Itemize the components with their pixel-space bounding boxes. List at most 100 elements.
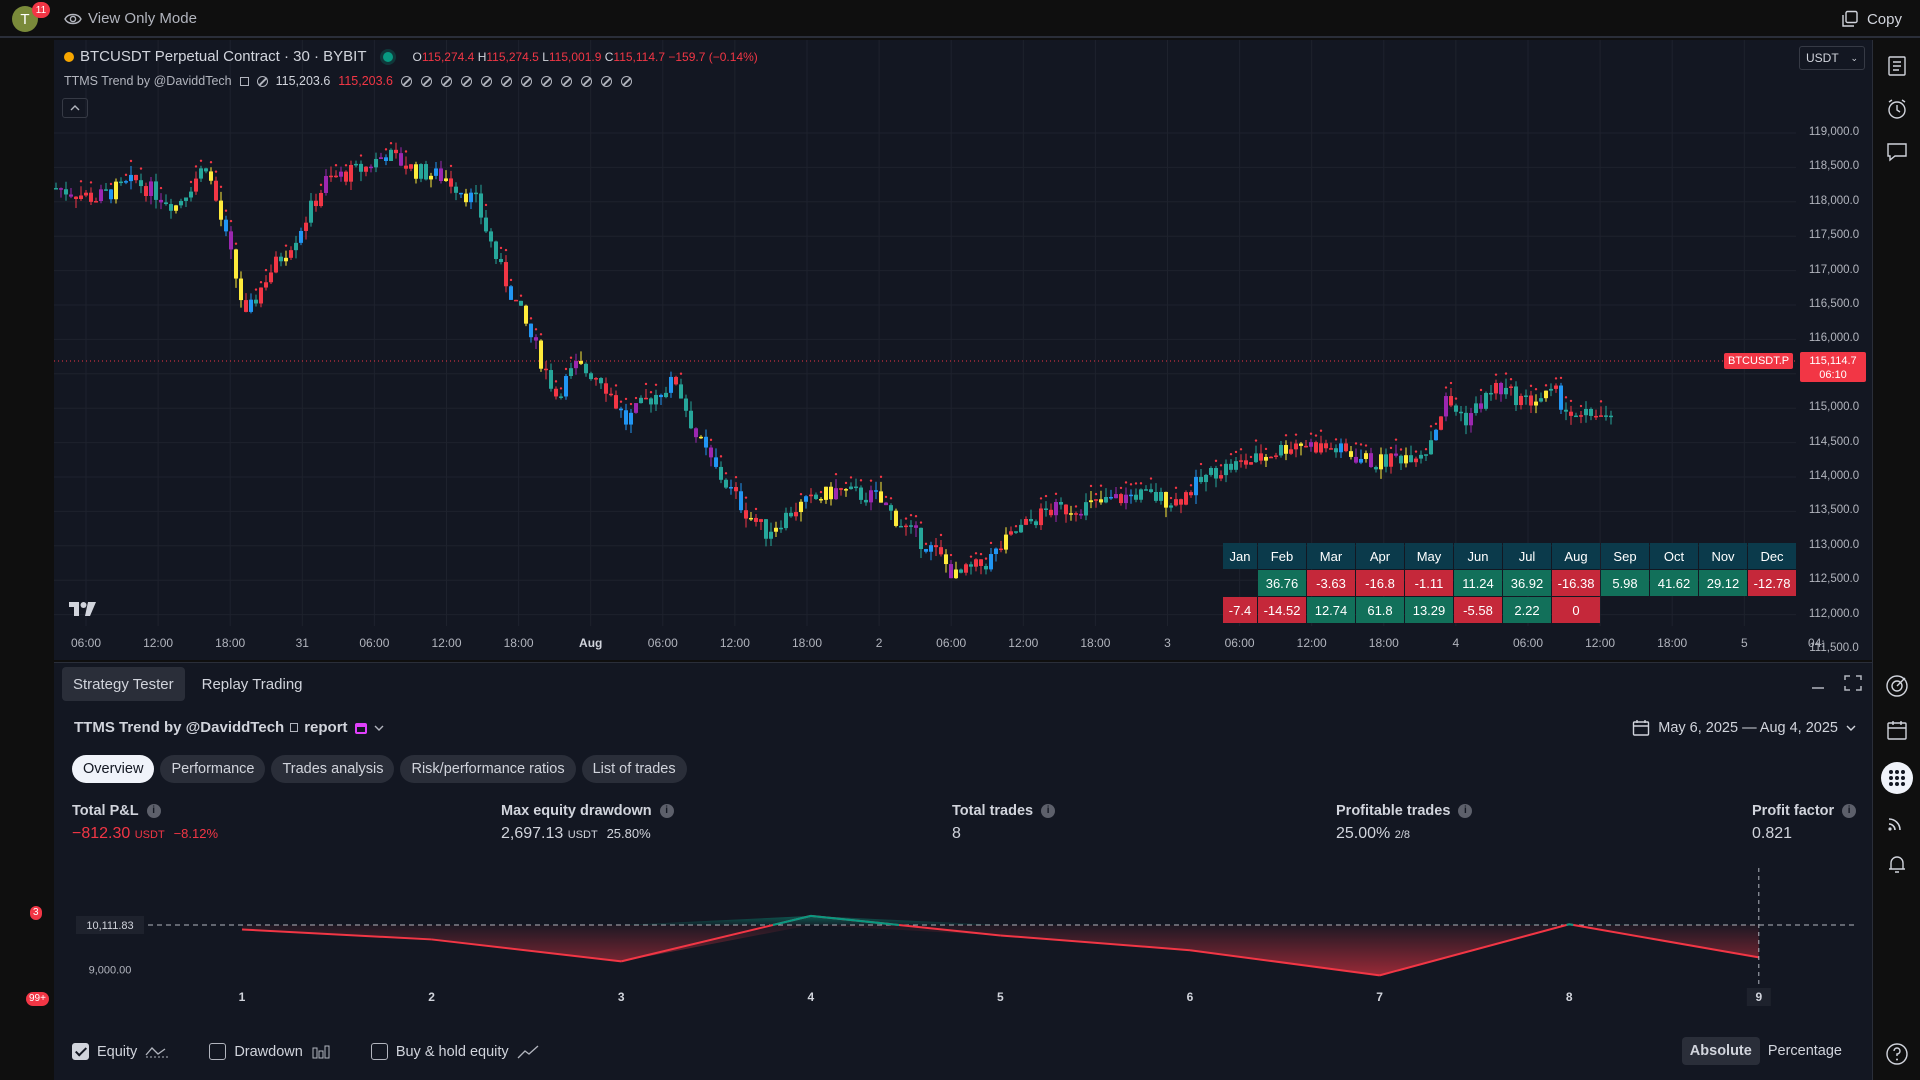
copy-button[interactable]: Copy [1841,10,1902,28]
candlestick-chart[interactable] [54,40,1796,626]
alarm-clock-icon[interactable] [1885,97,1909,121]
minimize-panel-button[interactable] [1810,675,1826,696]
subtab-performance[interactable]: Performance [160,755,266,783]
na-icon [480,75,492,87]
info-icon[interactable]: i [1458,804,1473,818]
view-only-mode[interactable]: View Only Mode [64,10,197,27]
signal-dot [1449,381,1453,385]
signal-dot [1199,462,1203,466]
feed-icon[interactable] [1885,810,1909,834]
metric-label: Profitable trades [1336,803,1451,819]
candle-body [224,219,228,232]
percentage-toggle[interactable]: Percentage [1760,1037,1850,1065]
candle-body [699,436,703,439]
candle-body [484,217,488,232]
candle-body [129,174,133,182]
symbol-legend[interactable]: BTCUSDT Perpetual Contract · 30 · BYBIT … [64,48,758,65]
time-tick: 12:00 [1585,636,1616,650]
price-tick: 118,000.0 [1808,194,1860,207]
table-header-cell: Jun [1454,543,1502,569]
candle-body [1509,386,1513,388]
signal-dot [1564,396,1568,399]
signal-dot [1129,483,1133,486]
date-range-selector[interactable]: May 6, 2025 — Aug 4, 2025 [1632,719,1856,737]
maximize-panel-button[interactable] [1844,675,1862,696]
candle-body [1579,415,1583,417]
metric-profit-factor: Profit factor i 0.821 [1752,803,1857,843]
candle-body [929,545,933,552]
watchlist-icon[interactable] [1885,54,1909,78]
candle-body [404,165,408,169]
apps-grid-icon[interactable] [1881,762,1913,794]
candle-body [944,554,948,565]
candle-body [1029,519,1033,522]
calendar-icon[interactable] [1885,718,1909,742]
currency-select[interactable]: USDT ⌄ [1799,46,1865,70]
signal-dot [1254,439,1258,442]
candle-body [1589,408,1593,416]
candle-body [1059,502,1063,505]
subtab-risk-ratios[interactable]: Risk/performance ratios [400,755,576,783]
candle-body [1399,455,1403,464]
signal-dot [724,472,728,475]
signal-dot [539,333,543,336]
info-icon[interactable]: i [146,804,161,818]
price-axis[interactable]: 119,000.0 118,500.0 118,000.0 117,500.0 117,… [1796,40,1872,660]
signal-dot [1074,505,1078,508]
symbol-title[interactable]: BTCUSDT Perpetual Contract · 30 · BYBIT [80,48,367,65]
candle-body [1469,413,1473,426]
candle-body [1359,458,1363,463]
chart-pane[interactable]: BTCUSDT Perpetual Contract · 30 · BYBIT … [54,40,1872,660]
eye-icon [64,13,82,24]
candle-body [554,388,558,397]
help-icon[interactable] [1885,1042,1909,1066]
signal-dot [834,472,838,476]
notifications-icon[interactable] [1885,852,1909,876]
candle-body [399,153,403,166]
drawdown-checkbox[interactable]: Drawdown [209,1043,331,1060]
chat-icon[interactable] [1885,140,1909,164]
equity-checkbox[interactable]: Equity [72,1043,169,1060]
subtab-list-of-trades[interactable]: List of trades [581,755,687,783]
candle-body [339,171,343,177]
tradingview-logo[interactable] [68,600,98,623]
tab-strategy-tester[interactable]: Strategy Tester [62,667,185,701]
indicator-name[interactable]: TTMS Trend by @DaviddTech [64,74,232,88]
current-price-label: 115,114.7 06:10 [1800,352,1866,382]
equity-chart[interactable]: 10,111.83 9,000.00 1 2 3 4 5 6 7 8 9 [54,868,1872,1018]
candle-body [1479,403,1483,409]
time-axis[interactable]: 06:00 12:00 18:00 31 06:00 12:00 18:00 Aug 06:00… [54,626,1825,660]
strategy-tester-panel: Strategy Tester Replay Trading TTMS Tren… [54,662,1872,1080]
time-tick: 06:00 [936,636,967,650]
info-icon[interactable]: i [1041,804,1056,818]
info-icon[interactable]: i [1842,804,1857,818]
candle-body [184,197,188,201]
subtab-overview[interactable]: Overview [72,755,155,783]
tab-replay-trading[interactable]: Replay Trading [191,667,314,701]
target-icon[interactable] [1885,674,1909,698]
checkbox-unchecked[interactable] [209,1043,227,1060]
signal-dot [219,185,223,189]
candle-body [854,486,858,489]
time-tick: 4 [1452,636,1460,650]
time-tick: 31 [295,636,309,650]
checkbox-unchecked[interactable] [370,1043,388,1060]
indicator-legend[interactable]: TTMS Trend by @DaviddTech 115,203.6 115,… [64,74,632,88]
checkbox-checked[interactable] [72,1043,89,1060]
candle-body [1534,401,1538,406]
subtab-trades-analysis[interactable]: Trades analysis [271,755,395,783]
candle-body [229,231,233,250]
collapse-legend-button[interactable] [62,98,88,118]
chevron-down-icon [374,725,384,731]
candle-body [684,398,688,411]
buy-hold-checkbox[interactable]: Buy & hold equity [370,1043,539,1060]
candle-body [709,447,713,458]
candle-body [1139,489,1143,500]
report-title[interactable]: TTMS Trend by @DaviddTech report [74,719,384,736]
signal-dot [734,475,738,479]
info-icon[interactable]: i [659,804,674,818]
absolute-toggle[interactable]: Absolute [1681,1037,1760,1065]
signal-dot [529,317,533,320]
candle-body [794,512,798,517]
time-tick: 18:00 [1657,636,1688,650]
